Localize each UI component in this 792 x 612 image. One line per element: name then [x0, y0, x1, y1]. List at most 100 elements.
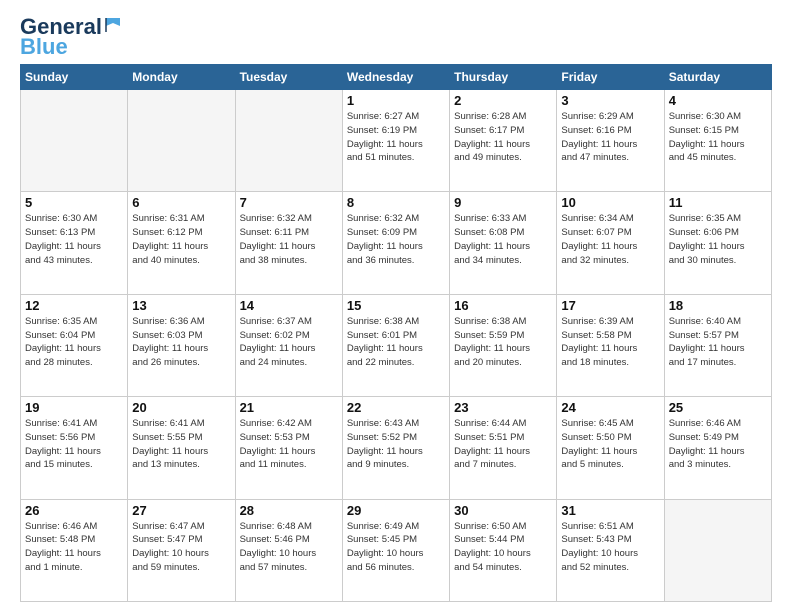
calendar-week-row: 5 Sunrise: 6:30 AM Sunset: 6:13 PM Daylig… [21, 192, 772, 294]
day-info: Sunrise: 6:36 AM Sunset: 6:03 PM Dayligh… [132, 315, 230, 370]
day-number: 3 [561, 93, 659, 108]
day-number: 11 [669, 195, 767, 210]
day-number: 8 [347, 195, 445, 210]
calendar-week-row: 1 Sunrise: 6:27 AM Sunset: 6:19 PM Daylig… [21, 90, 772, 192]
day-info: Sunrise: 6:31 AM Sunset: 6:12 PM Dayligh… [132, 212, 230, 267]
calendar-cell: 19 Sunrise: 6:41 AM Sunset: 5:56 PM Dayli… [21, 397, 128, 499]
day-number: 12 [25, 298, 123, 313]
weekday-header-saturday: Saturday [664, 65, 771, 90]
day-info: Sunrise: 6:30 AM Sunset: 6:15 PM Dayligh… [669, 110, 767, 165]
day-info: Sunrise: 6:41 AM Sunset: 5:55 PM Dayligh… [132, 417, 230, 472]
day-number: 14 [240, 298, 338, 313]
day-number: 16 [454, 298, 552, 313]
day-info: Sunrise: 6:38 AM Sunset: 6:01 PM Dayligh… [347, 315, 445, 370]
weekday-header-wednesday: Wednesday [342, 65, 449, 90]
day-info: Sunrise: 6:50 AM Sunset: 5:44 PM Dayligh… [454, 520, 552, 575]
day-number: 4 [669, 93, 767, 108]
day-info: Sunrise: 6:27 AM Sunset: 6:19 PM Dayligh… [347, 110, 445, 165]
page: General Blue SundayMondayTuesdayWednesda… [0, 0, 792, 612]
calendar-cell: 3 Sunrise: 6:29 AM Sunset: 6:16 PM Daylig… [557, 90, 664, 192]
logo-blue: Blue [20, 36, 68, 58]
calendar-cell [235, 90, 342, 192]
day-number: 23 [454, 400, 552, 415]
day-number: 9 [454, 195, 552, 210]
calendar-cell: 18Sunrise: 6:40 AM Sunset: 5:57 PM Dayli… [664, 294, 771, 396]
calendar-cell: 29 Sunrise: 6:49 AM Sunset: 5:45 PM Dayli… [342, 499, 449, 601]
day-number: 26 [25, 503, 123, 518]
day-number: 27 [132, 503, 230, 518]
day-info: Sunrise: 6:51 AM Sunset: 5:43 PM Dayligh… [561, 520, 659, 575]
day-number: 5 [25, 195, 123, 210]
calendar-cell: 26 Sunrise: 6:46 AM Sunset: 5:48 PM Dayli… [21, 499, 128, 601]
day-number: 22 [347, 400, 445, 415]
day-info: Sunrise: 6:45 AM Sunset: 5:50 PM Dayligh… [561, 417, 659, 472]
calendar-cell: 31 Sunrise: 6:51 AM Sunset: 5:43 PM Dayli… [557, 499, 664, 601]
day-info: Sunrise: 6:39 AM Sunset: 5:58 PM Dayligh… [561, 315, 659, 370]
day-number: 31 [561, 503, 659, 518]
calendar-cell: 9Sunrise: 6:33 AM Sunset: 6:08 PM Daylig… [450, 192, 557, 294]
weekday-header-sunday: Sunday [21, 65, 128, 90]
calendar-cell: 25 Sunrise: 6:46 AM Sunset: 5:49 PM Dayli… [664, 397, 771, 499]
day-number: 17 [561, 298, 659, 313]
day-number: 19 [25, 400, 123, 415]
calendar-cell: 22 Sunrise: 6:43 AM Sunset: 5:52 PM Dayli… [342, 397, 449, 499]
day-number: 25 [669, 400, 767, 415]
weekday-header-friday: Friday [557, 65, 664, 90]
day-info: Sunrise: 6:37 AM Sunset: 6:02 PM Dayligh… [240, 315, 338, 370]
day-info: Sunrise: 6:34 AM Sunset: 6:07 PM Dayligh… [561, 212, 659, 267]
day-info: Sunrise: 6:46 AM Sunset: 5:48 PM Dayligh… [25, 520, 123, 575]
calendar-cell: 11 Sunrise: 6:35 AM Sunset: 6:06 PM Dayli… [664, 192, 771, 294]
day-number: 15 [347, 298, 445, 313]
calendar-cell: 10 Sunrise: 6:34 AM Sunset: 6:07 PM Dayli… [557, 192, 664, 294]
day-number: 21 [240, 400, 338, 415]
calendar-cell: 27 Sunrise: 6:47 AM Sunset: 5:47 PM Dayli… [128, 499, 235, 601]
day-info: Sunrise: 6:42 AM Sunset: 5:53 PM Dayligh… [240, 417, 338, 472]
day-number: 29 [347, 503, 445, 518]
calendar-cell: 14 Sunrise: 6:37 AM Sunset: 6:02 PM Dayli… [235, 294, 342, 396]
day-number: 28 [240, 503, 338, 518]
day-info: Sunrise: 6:44 AM Sunset: 5:51 PM Dayligh… [454, 417, 552, 472]
day-info: Sunrise: 6:46 AM Sunset: 5:49 PM Dayligh… [669, 417, 767, 472]
weekday-header-monday: Monday [128, 65, 235, 90]
calendar-cell: 12Sunrise: 6:35 AM Sunset: 6:04 PM Dayli… [21, 294, 128, 396]
weekday-header-tuesday: Tuesday [235, 65, 342, 90]
day-number: 1 [347, 93, 445, 108]
day-number: 10 [561, 195, 659, 210]
calendar-cell [128, 90, 235, 192]
calendar-cell: 6Sunrise: 6:31 AM Sunset: 6:12 PM Daylig… [128, 192, 235, 294]
calendar-cell [664, 499, 771, 601]
calendar-cell: 5 Sunrise: 6:30 AM Sunset: 6:13 PM Daylig… [21, 192, 128, 294]
calendar-cell: 13Sunrise: 6:36 AM Sunset: 6:03 PM Dayli… [128, 294, 235, 396]
calendar-table: SundayMondayTuesdayWednesdayThursdayFrid… [20, 64, 772, 602]
calendar-cell: 24 Sunrise: 6:45 AM Sunset: 5:50 PM Dayli… [557, 397, 664, 499]
weekday-header-thursday: Thursday [450, 65, 557, 90]
day-number: 7 [240, 195, 338, 210]
calendar-week-row: 19 Sunrise: 6:41 AM Sunset: 5:56 PM Dayli… [21, 397, 772, 499]
calendar-cell: 7 Sunrise: 6:32 AM Sunset: 6:11 PM Daylig… [235, 192, 342, 294]
day-number: 24 [561, 400, 659, 415]
day-info: Sunrise: 6:29 AM Sunset: 6:16 PM Dayligh… [561, 110, 659, 165]
calendar-week-row: 26 Sunrise: 6:46 AM Sunset: 5:48 PM Dayli… [21, 499, 772, 601]
day-info: Sunrise: 6:43 AM Sunset: 5:52 PM Dayligh… [347, 417, 445, 472]
day-info: Sunrise: 6:35 AM Sunset: 6:06 PM Dayligh… [669, 212, 767, 267]
day-info: Sunrise: 6:49 AM Sunset: 5:45 PM Dayligh… [347, 520, 445, 575]
logo-flag-icon [104, 16, 122, 34]
day-info: Sunrise: 6:41 AM Sunset: 5:56 PM Dayligh… [25, 417, 123, 472]
day-info: Sunrise: 6:48 AM Sunset: 5:46 PM Dayligh… [240, 520, 338, 575]
day-number: 20 [132, 400, 230, 415]
day-info: Sunrise: 6:32 AM Sunset: 6:09 PM Dayligh… [347, 212, 445, 267]
calendar-cell [21, 90, 128, 192]
day-info: Sunrise: 6:47 AM Sunset: 5:47 PM Dayligh… [132, 520, 230, 575]
calendar-header-row: SundayMondayTuesdayWednesdayThursdayFrid… [21, 65, 772, 90]
day-info: Sunrise: 6:38 AM Sunset: 5:59 PM Dayligh… [454, 315, 552, 370]
calendar-cell: 1 Sunrise: 6:27 AM Sunset: 6:19 PM Daylig… [342, 90, 449, 192]
calendar-cell: 8 Sunrise: 6:32 AM Sunset: 6:09 PM Daylig… [342, 192, 449, 294]
header: General Blue [20, 16, 772, 58]
calendar-week-row: 12Sunrise: 6:35 AM Sunset: 6:04 PM Dayli… [21, 294, 772, 396]
day-info: Sunrise: 6:30 AM Sunset: 6:13 PM Dayligh… [25, 212, 123, 267]
day-number: 2 [454, 93, 552, 108]
calendar-cell: 30Sunrise: 6:50 AM Sunset: 5:44 PM Dayli… [450, 499, 557, 601]
calendar-cell: 2Sunrise: 6:28 AM Sunset: 6:17 PM Daylig… [450, 90, 557, 192]
day-info: Sunrise: 6:32 AM Sunset: 6:11 PM Dayligh… [240, 212, 338, 267]
day-number: 18 [669, 298, 767, 313]
